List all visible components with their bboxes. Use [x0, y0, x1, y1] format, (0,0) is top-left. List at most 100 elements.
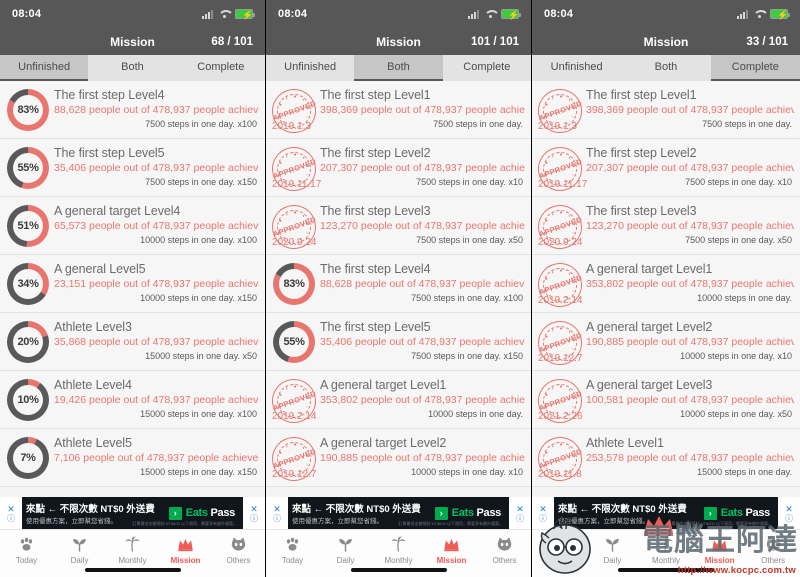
- progress-ring-center: 34%: [13, 269, 43, 299]
- nav-label: Mission: [170, 556, 201, 565]
- progress-badge: 83%: [270, 261, 318, 305]
- mission-row[interactable]: APPROVED 2020.9.24 The first step Level3 12…: [532, 197, 800, 255]
- nav-icon-wrap: [764, 534, 783, 554]
- ad-banner[interactable]: ✕ ⓘ 來點 ← 不限次數 NT$0 外送費 使用優惠方案，立即幫您省錢。 › Eats …: [0, 497, 265, 529]
- progress-badge: 55%: [4, 145, 52, 189]
- ad-close-button-right[interactable]: ✕ ⓘ: [243, 497, 265, 529]
- nav-label: Today: [15, 556, 38, 565]
- mission-row-body: The first step Level5 35,406 people out o…: [318, 319, 525, 363]
- close-icon: ✕: [785, 503, 793, 514]
- nav-item-others[interactable]: Others: [212, 534, 265, 565]
- sprout-icon: [339, 538, 352, 552]
- mission-row[interactable]: 51% A general target Level4 65,573 people …: [0, 197, 265, 255]
- nav-item-others[interactable]: Others: [746, 534, 800, 565]
- mission-row-body: The first step Level5 35,406 people out o…: [52, 145, 259, 189]
- ad-close-button[interactable]: ✕ ⓘ: [532, 497, 554, 529]
- tab-unfinished[interactable]: Unfinished: [532, 55, 622, 81]
- progress-ring-center: 83%: [279, 269, 309, 299]
- mission-achievers: 88,628 people out of 478,937 people achi…: [54, 104, 259, 116]
- mission-title: Athlete Level5: [54, 436, 132, 450]
- tab-both[interactable]: Both: [621, 55, 711, 81]
- nav-item-others[interactable]: Others: [478, 534, 531, 565]
- nav-item-daily[interactable]: Daily: [53, 534, 106, 565]
- tab-both[interactable]: Both: [354, 55, 443, 81]
- nav-item-mission[interactable]: Mission: [425, 534, 478, 565]
- mission-title: The first step Level5: [320, 320, 431, 334]
- nav-item-monthly[interactable]: Monthly: [106, 534, 159, 565]
- mission-achievers: 253,578 people out of 478,937 people ach…: [586, 452, 794, 464]
- close-icon: ✕: [273, 503, 281, 514]
- mission-requirement: 10000 steps in one day.: [697, 293, 792, 303]
- charging-bolt-icon: ⚡: [508, 10, 520, 20]
- nav-item-monthly[interactable]: Monthly: [639, 534, 693, 565]
- ad-close-button-right[interactable]: ✕ ⓘ: [509, 497, 531, 529]
- nav-icon-wrap: [549, 534, 568, 554]
- mission-row-body: The first step Level2 207,307 people out …: [318, 145, 525, 189]
- stamp-dot: [544, 170, 547, 173]
- battery-charging-icon: ⚡: [501, 9, 521, 20]
- mission-row[interactable]: APPROVED 2019.1.3 The first step Level1 398…: [532, 81, 800, 139]
- mission-row[interactable]: APPROVED 2019.11.17 The first step Level2 2…: [266, 139, 531, 197]
- approved-badge: APPROVED 2019.11.8: [533, 432, 587, 486]
- mission-row[interactable]: APPROVED 2019.1.3 The first step Level1 398…: [266, 81, 531, 139]
- mission-row[interactable]: 55% The first step Level5 35,406 people ou…: [266, 313, 531, 371]
- mission-row[interactable]: 83% The first step Level4 88,628 people ou…: [266, 255, 531, 313]
- nav-item-monthly[interactable]: Monthly: [372, 534, 425, 565]
- nav-item-today[interactable]: Today: [532, 534, 586, 565]
- approved-badge: APPROVED 2019.2.14: [267, 374, 321, 428]
- nav-item-daily[interactable]: Daily: [586, 534, 640, 565]
- nav-item-today[interactable]: Today: [0, 534, 53, 565]
- mission-row[interactable]: 20% Athlete Level3 35,868 people out of 47…: [0, 313, 265, 371]
- mission-row[interactable]: APPROVED 2019.11.8 Athlete Level1 253,578 p…: [532, 429, 800, 487]
- mission-row[interactable]: 7% Athlete Level5 7,106 people out of 478,…: [0, 429, 265, 487]
- tab-unfinished[interactable]: Unfinished: [0, 55, 89, 81]
- app-title-bar: Mission 68 / 101: [0, 28, 265, 55]
- nav-icon-wrap: [442, 534, 461, 554]
- tab-complete[interactable]: Complete: [442, 55, 531, 81]
- nav-item-mission[interactable]: Mission: [693, 534, 747, 565]
- mission-row[interactable]: 10% Athlete Level4 19,426 people out of 47…: [0, 371, 265, 429]
- nav-icon-wrap: [495, 534, 514, 554]
- ad-banner[interactable]: ✕ ⓘ 來點 ← 不限次數 NT$0 外送費 使用優惠方案，立即幫您省錢。 › Eats …: [532, 497, 800, 529]
- mission-requirement: 10000 steps in one day. x150: [140, 293, 257, 303]
- progress-percent-label: 20%: [17, 336, 39, 348]
- mission-row[interactable]: APPROVED 2019.2.14 A general target Level1…: [266, 371, 531, 429]
- bottom-nav: Today Daily Monthly Mission Others: [532, 529, 800, 577]
- ad-close-button[interactable]: ✕ ⓘ: [0, 497, 22, 529]
- nav-item-mission[interactable]: Mission: [159, 534, 212, 565]
- ad-banner[interactable]: ✕ ⓘ 來點 ← 不限次數 NT$0 外送費 使用優惠方案，立即幫您省錢。 › Eats …: [266, 497, 531, 529]
- mission-row[interactable]: 55% The first step Level5 35,406 people ou…: [0, 139, 265, 197]
- mission-row[interactable]: 34% A general Level5 23,151 people out of …: [0, 255, 265, 313]
- stamp-dot: [544, 402, 547, 405]
- mission-row[interactable]: 83% The first step Level4 88,628 people ou…: [0, 81, 265, 139]
- mission-row[interactable]: APPROVED 2019.2.14 A general target Level1…: [532, 255, 800, 313]
- ad-close-button[interactable]: ✕ ⓘ: [266, 497, 288, 529]
- nav-item-today[interactable]: Today: [266, 534, 319, 565]
- ad-brand-suffix: Pass: [207, 507, 236, 519]
- stamp-dot: [294, 95, 297, 98]
- tab-complete[interactable]: Complete: [710, 55, 800, 81]
- mission-count-badge: 68 / 101: [211, 35, 253, 48]
- progress-ring: 34%: [7, 263, 49, 305]
- info-icon: ⓘ: [516, 513, 524, 523]
- mission-achievers: 19,426 people out of 478,937 people achi…: [54, 394, 259, 406]
- mission-row[interactable]: APPROVED 2021.2.26 A general target Level3…: [532, 371, 800, 429]
- stamp-dot: [544, 228, 547, 231]
- nav-item-daily[interactable]: Daily: [319, 534, 372, 565]
- mission-row[interactable]: APPROVED 2020.9.24 The first step Level3 12…: [266, 197, 531, 255]
- mission-row[interactable]: APPROVED 2019.12.7 A general target Level2…: [532, 313, 800, 371]
- mission-achievers: 65,573 people out of 478,937 people achi…: [54, 220, 259, 232]
- tab-unfinished[interactable]: Unfinished: [266, 55, 355, 81]
- ad-close-button-right[interactable]: ✕ ⓘ: [778, 497, 800, 529]
- approved-badge: APPROVED 2019.12.7: [533, 316, 587, 370]
- tab-both[interactable]: Both: [88, 55, 177, 81]
- mission-requirement: 10000 steps in one day. x100: [140, 235, 257, 245]
- nav-label: Others: [761, 556, 786, 565]
- ad-brand-name: Eats Pass: [185, 507, 236, 519]
- tab-complete[interactable]: Complete: [176, 55, 265, 81]
- crown-icon: [178, 538, 193, 551]
- mission-row[interactable]: APPROVED 2019.12.7 A general target Level2…: [266, 429, 531, 487]
- nav-icon-wrap: [229, 534, 248, 554]
- mission-row[interactable]: APPROVED 2019.11.17 The first step Level2 2…: [532, 139, 800, 197]
- stamp-dot: [551, 387, 554, 390]
